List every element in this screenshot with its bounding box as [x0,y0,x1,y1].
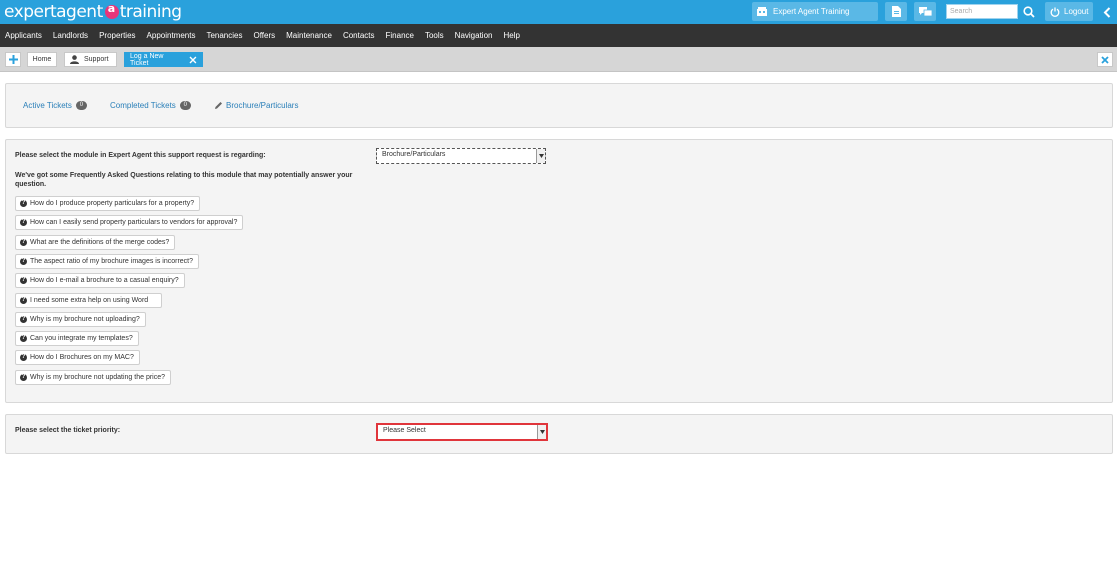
branch-label: Expert Agent Training [773,7,850,16]
module-select[interactable]: Brochure/Particulars [376,148,546,164]
faq-item[interactable]: ? How do I Brochures on my MAC? [15,350,140,365]
priority-select[interactable]: Please Select [376,423,548,441]
power-icon [1050,7,1060,17]
priority-panel: Please select the ticket priority: Pleas… [5,414,1113,454]
question-circle-icon: ? [20,219,27,226]
question-circle-icon: ? [20,316,27,323]
active-tickets-link[interactable]: Active Tickets 0 [23,101,87,110]
faq-item[interactable]: ? The aspect ratio of my brochure images … [15,254,200,269]
nav-item-finance[interactable]: Finance [386,31,414,40]
completed-tickets-link[interactable]: Completed Tickets 0 [110,101,191,110]
top-header: expertagent training Expert Agent Traini… [0,0,1117,24]
dropdown-arrow-icon [537,425,546,439]
search-button[interactable] [1020,3,1038,20]
dropdown-arrow-icon [536,149,545,163]
nav-item-properties[interactable]: Properties [99,31,135,40]
document-icon [891,6,901,17]
question-circle-icon: ? [20,277,27,284]
pencil-icon [215,102,222,109]
logo-mark-icon [104,2,119,19]
faq-item[interactable]: ? How do I e-mail a brochure to a casual … [15,273,185,288]
question-circle-icon: ? [20,354,27,361]
main-nav: Applicants Landlords Properties Appointm… [0,24,1117,47]
search-icon [1023,5,1035,18]
expertagent-logo[interactable]: expertagent training [4,1,182,23]
building-icon [757,7,767,16]
branch-button[interactable]: Expert Agent Training [752,2,878,21]
messages-button[interactable] [914,2,936,21]
nav-item-landlords[interactable]: Landlords [53,31,88,40]
documents-button[interactable] [885,2,907,21]
nav-item-help[interactable]: Help [503,31,519,40]
collapse-panel-button[interactable] [1097,0,1117,24]
faq-item[interactable]: ? Why is my brochure not uploading? [15,312,146,327]
module-question-label: Please select the module in Expert Agent… [15,152,266,159]
close-icon [1101,55,1109,64]
close-icon[interactable] [189,56,197,64]
nav-item-tools[interactable]: Tools [425,31,444,40]
faq-item[interactable]: ? Can you integrate my templates? [15,331,139,346]
completed-tickets-count-badge: 0 [179,101,191,110]
brochure-particulars-label: Brochure/Particulars [226,101,299,110]
nav-item-maintenance[interactable]: Maintenance [286,31,332,40]
tab-support[interactable]: Support [64,52,117,67]
plus-icon [8,55,18,64]
question-circle-icon: ? [20,239,27,246]
chat-bubbles-icon [918,6,932,16]
nav-item-offers[interactable]: Offers [253,31,275,40]
nav-item-appointments[interactable]: Appointments [147,31,196,40]
tab-bar: Home Support Log a New Ticket [0,47,1117,72]
nav-item-navigation[interactable]: Navigation [455,31,493,40]
nav-item-applicants[interactable]: Applicants [5,31,42,40]
ticket-tabs-panel: Active Tickets 0 Completed Tickets 0 Bro… [5,83,1113,128]
add-tab-button[interactable] [5,52,21,67]
tab-home[interactable]: Home [27,52,57,67]
module-faq-panel: Please select the module in Expert Agent… [5,139,1113,403]
tab-log-new-ticket[interactable]: Log a New Ticket [124,52,203,67]
faq-intro-text: We've got some Frequently Asked Question… [15,172,353,188]
faq-item[interactable]: ? Why is my brochure not updating the pri… [15,370,172,385]
brochure-particulars-tab[interactable]: Brochure/Particulars [214,101,298,110]
logo-text-expertagent: expertagent [4,2,103,22]
logo-text-training: training [119,2,182,22]
chevron-left-icon [1103,6,1111,18]
module-select-value: Brochure/Particulars [382,151,446,158]
question-circle-icon: ? [20,374,27,381]
tab-home-label: Home [32,56,52,63]
nav-item-tenancies[interactable]: Tenancies [206,31,242,40]
completed-tickets-label: Completed Tickets [110,101,176,110]
faq-item[interactable]: ? How can I easily send property particul… [15,215,244,230]
logout-label: Logout [1064,7,1089,16]
nav-item-contacts[interactable]: Contacts [343,31,375,40]
active-tickets-count-badge: 0 [75,101,87,110]
question-circle-icon: ? [20,200,27,207]
logout-button[interactable]: Logout [1045,2,1093,21]
priority-question-label: Please select the ticket priority: [15,427,121,434]
question-circle-icon: ? [20,335,27,342]
active-tickets-label: Active Tickets [23,101,72,110]
tab-support-label: Support [84,56,109,63]
close-all-tabs-button[interactable] [1097,52,1113,67]
question-circle-icon: ? [20,258,27,265]
faq-item[interactable]: ? How do I produce property particulars f… [15,196,201,211]
user-icon [70,55,79,64]
tab-active-label: Log a New Ticket [130,52,164,67]
question-circle-icon: ? [20,297,27,304]
faq-item[interactable]: ? I need some extra help on using Word [15,293,163,308]
faq-item[interactable]: ? What are the definitions of the merge c… [15,235,176,250]
search-input[interactable]: Search [946,4,1018,19]
priority-select-value: Please Select [383,427,426,434]
